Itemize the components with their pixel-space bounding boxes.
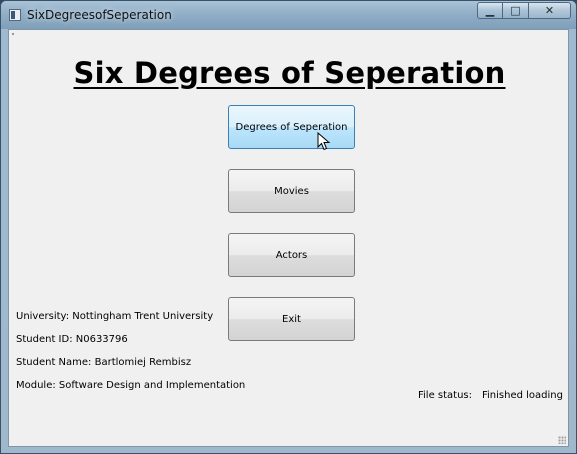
caption-buttons: ▁ □ ✕ xyxy=(477,2,571,20)
close-icon: ✕ xyxy=(544,4,555,17)
file-status-value: Finished loading xyxy=(482,390,563,401)
app-window: SixDegreesofSeperation ▁ □ ✕ Six Degrees… xyxy=(0,0,577,454)
minimize-icon: ▁ xyxy=(485,4,495,17)
student-name-label: Student Name: Bartlomiej Rembisz xyxy=(16,357,192,368)
actors-button[interactable]: Actors xyxy=(228,233,355,277)
student-id-label: Student ID: N0633796 xyxy=(16,334,128,345)
maximize-icon: □ xyxy=(510,4,521,17)
close-button[interactable]: ✕ xyxy=(529,2,571,19)
maximize-button[interactable]: □ xyxy=(503,2,529,19)
movies-button[interactable]: Movies xyxy=(228,169,355,213)
exit-button[interactable]: Exit xyxy=(228,297,355,341)
mouse-cursor-icon xyxy=(317,132,331,151)
window-title: SixDegreesofSeperation xyxy=(27,8,172,22)
file-status-label: File status: xyxy=(418,390,473,401)
page-title: Six Degrees of Seperation xyxy=(73,56,506,90)
app-icon[interactable] xyxy=(9,9,21,21)
toolbar-handle xyxy=(12,33,14,35)
degrees-of-seperation-button[interactable]: Degrees of Seperation xyxy=(228,105,355,149)
title-bar[interactable]: SixDegreesofSeperation ▁ □ ✕ xyxy=(1,1,576,29)
resize-grip[interactable] xyxy=(558,436,566,444)
minimize-button[interactable]: ▁ xyxy=(477,2,503,19)
module-label: Module: Software Design and Implementati… xyxy=(16,380,246,391)
client-area: Six Degrees of Seperation Degrees of Sep… xyxy=(8,29,569,447)
university-label: University: Nottingham Trent University xyxy=(16,311,214,322)
